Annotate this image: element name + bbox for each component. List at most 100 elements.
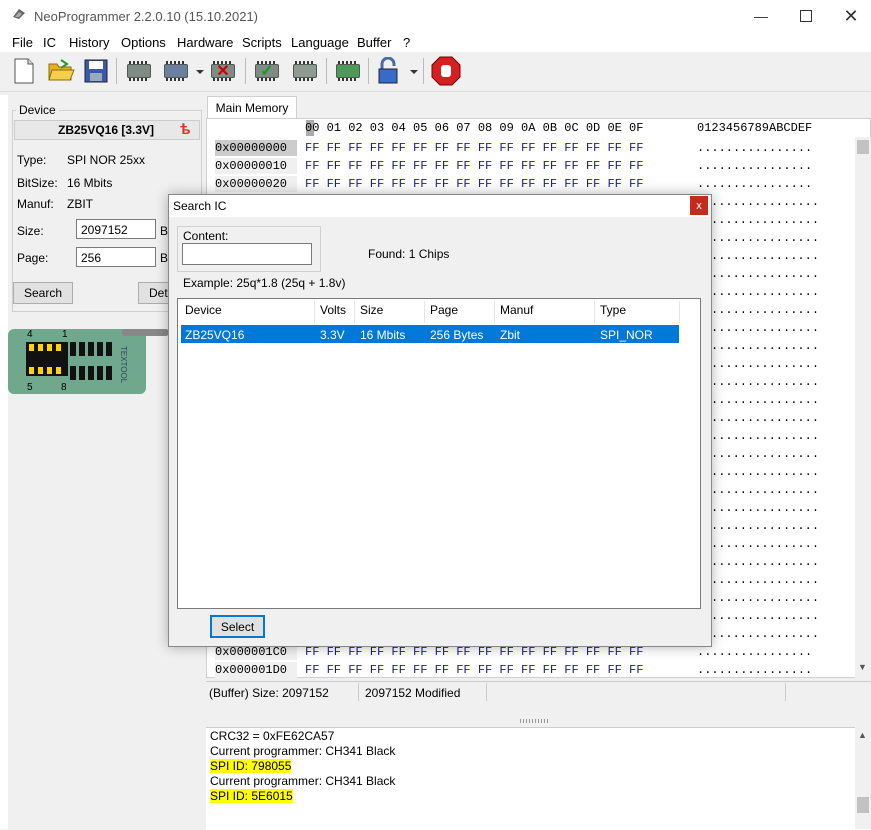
hex-bytes[interactable]: FF FF FF FF FF FF FF FF FF FF FF FF FF F… [305,141,643,155]
hex-bytes[interactable]: FF FF FF FF FF FF FF FF FF FF FF FF FF F… [305,645,643,659]
ascii-column-header: 0123456789ABCDEF [697,121,813,135]
hex-ascii[interactable]: ............... [711,267,819,281]
column-divider[interactable] [424,301,425,323]
minimize-icon[interactable]: — [738,0,784,32]
menu-scripts[interactable]: Scripts [242,35,282,50]
size-field[interactable]: 2097152 [76,219,156,239]
chevron-down-icon[interactable] [196,70,204,74]
hex-ascii[interactable]: ................ [697,141,812,155]
col-device[interactable]: Device [185,303,222,317]
hex-address: 0x00000010 [215,158,297,174]
column-divider[interactable] [494,301,495,323]
blank-check-icon[interactable] [290,56,320,86]
hex-ascii[interactable]: ................ [697,159,812,173]
hex-ascii[interactable]: ............... [711,411,819,425]
content-search-input[interactable] [182,243,312,265]
column-divider[interactable] [314,301,315,323]
column-divider[interactable] [679,301,680,323]
hex-ascii[interactable]: ................ [697,645,812,659]
verify-chip-icon[interactable]: ✓ [252,56,282,86]
toolbar-separator [423,58,424,84]
hex-ascii[interactable]: ............... [711,555,819,569]
hex-ascii[interactable]: ............... [711,375,819,389]
hex-ascii[interactable]: ............... [711,447,819,461]
hex-ascii[interactable]: ............... [711,519,819,533]
hex-ascii[interactable]: ............... [711,483,819,497]
log-scrollbar[interactable] [855,727,871,829]
col-manuf[interactable]: Manuf [500,303,533,317]
hex-address: 0x00000020 [215,176,297,192]
hex-ascii[interactable]: ............... [711,213,819,227]
results-list[interactable] [177,298,701,609]
hex-ascii[interactable]: ............... [711,303,819,317]
read-chip-icon[interactable] [124,56,154,86]
toolbar-separator [245,58,246,84]
hex-scrollbar[interactable] [855,137,871,678]
hex-ascii[interactable]: ............... [711,357,819,371]
splitter-grip[interactable] [520,719,550,723]
hex-ascii[interactable]: ................ [697,177,812,191]
col-size[interactable]: Size [360,303,383,317]
column-divider[interactable] [354,301,355,323]
hex-ascii[interactable]: ............... [711,231,819,245]
hex-bytes[interactable]: FF FF FF FF FF FF FF FF FF FF FF FF FF F… [305,177,643,191]
menu-hardware[interactable]: Hardware [177,35,233,50]
hex-ascii[interactable]: ............... [711,249,819,263]
lock-icon[interactable] [373,56,403,86]
chevron-down-icon[interactable] [410,70,418,74]
hex-ascii[interactable]: ............... [711,393,819,407]
menu-file[interactable]: File [12,35,33,50]
select-button[interactable]: Select [210,615,265,638]
menu-options[interactable]: Options [121,35,166,50]
search-button[interactable]: Search [13,282,73,304]
hex-ascii[interactable]: ............... [711,339,819,353]
hex-ascii[interactable]: ............... [711,195,819,209]
dialog-close-button[interactable]: x [690,196,708,215]
menu-history[interactable]: History [69,35,109,50]
hex-ascii[interactable]: ............... [711,627,819,641]
scroll-down-icon[interactable]: ▼ [858,662,867,672]
col-page[interactable]: Page [430,303,458,317]
dialog-title: Search IC [173,199,227,213]
hex-ascii[interactable]: ............... [711,591,819,605]
close-icon[interactable]: ✕ [828,0,871,32]
hex-ascii[interactable]: ............... [711,537,819,551]
hex-bytes[interactable]: FF FF FF FF FF FF FF FF FF FF FF FF FF F… [305,159,643,173]
page-field[interactable]: 256 [76,247,156,267]
save-icon[interactable] [81,56,111,86]
cell-page: 256 Bytes [430,328,484,342]
tab-main-memory[interactable]: Main Memory [207,96,297,119]
erase-chip-icon[interactable]: ✕ [208,56,238,86]
col-type[interactable]: Type [600,303,626,317]
stop-icon[interactable] [431,56,461,86]
col-volts[interactable]: Volts [320,303,346,317]
hex-ascii[interactable]: ................ [697,663,812,677]
write-chip-icon[interactable] [161,56,191,86]
hex-ascii[interactable]: ............... [711,321,819,335]
menu-ic[interactable]: IC [43,35,56,50]
hex-ascii[interactable]: ............... [711,573,819,587]
app-icon [13,9,25,19]
toolbar-separator [326,58,327,84]
scroll-thumb[interactable] [857,140,869,154]
hex-bytes[interactable]: FF FF FF FF FF FF FF FF FF FF FF FF FF F… [305,663,643,677]
menu-help[interactable]: ? [403,35,410,50]
socket-pins-bottom [70,366,114,380]
log-scroll-thumb[interactable] [857,797,869,813]
auto-icon[interactable] [333,56,363,86]
pdf-icon[interactable]: ѣ [180,121,191,138]
status-buffer-size: (Buffer) Size: 2097152 [209,686,329,700]
menu-language[interactable]: Language [291,35,349,50]
hex-ascii[interactable]: ............... [711,609,819,623]
scroll-up-icon[interactable]: ▲ [858,730,867,740]
hex-ascii[interactable]: ............... [711,501,819,515]
maximize-icon[interactable] [783,0,829,32]
menu-buffer[interactable]: Buffer [357,35,391,50]
hex-ascii[interactable]: ............... [711,429,819,443]
column-divider[interactable] [594,301,595,323]
content-label: Content: [183,229,229,243]
hex-ascii[interactable]: ............... [711,465,819,479]
new-file-icon[interactable] [9,56,39,86]
hex-ascii[interactable]: ............... [711,285,819,299]
open-folder-icon[interactable] [46,56,76,86]
